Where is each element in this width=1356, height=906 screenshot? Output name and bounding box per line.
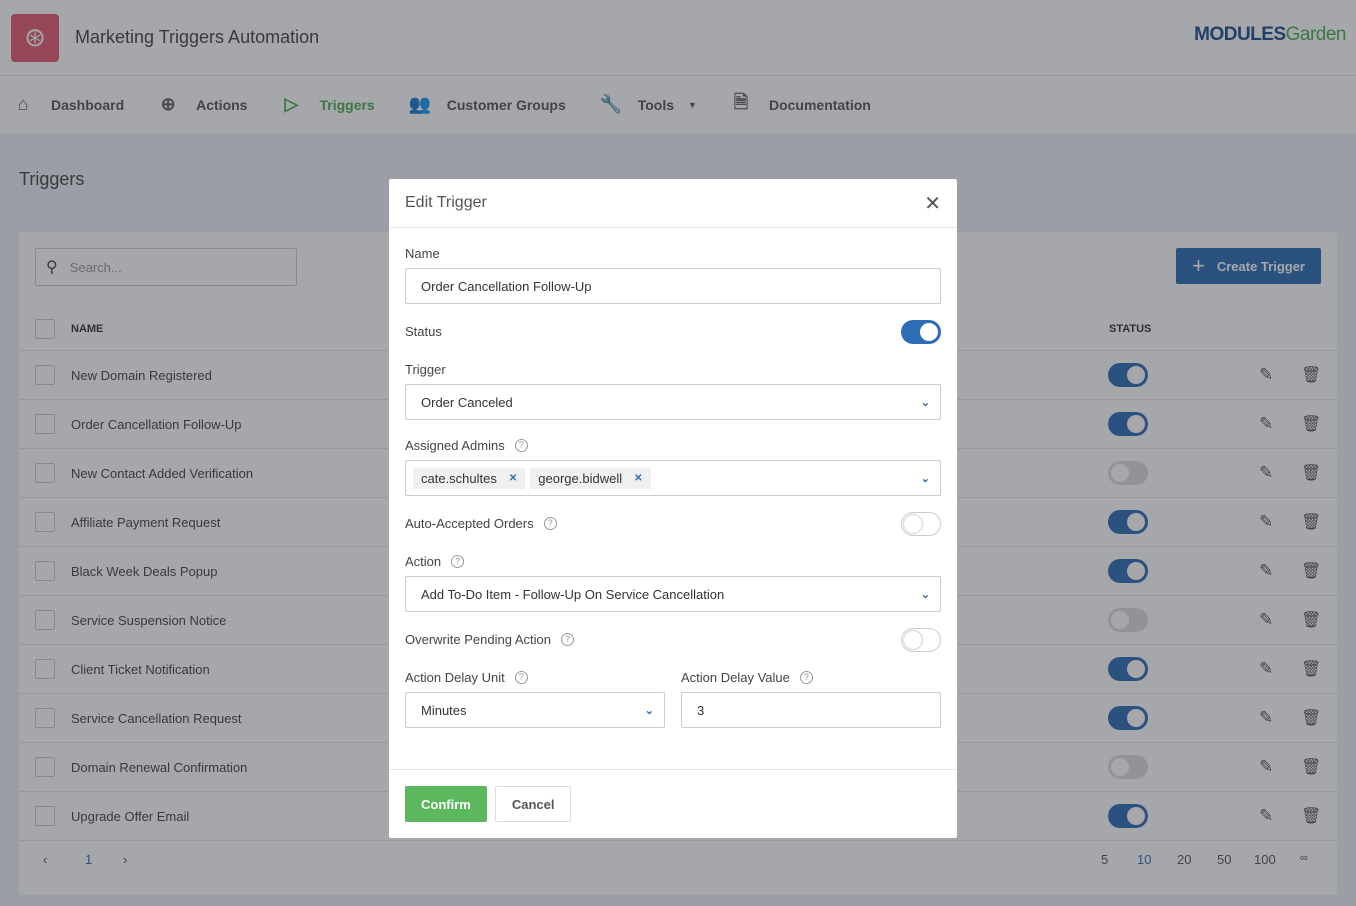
delay-unit-label: Action Delay Unit? <box>405 670 528 685</box>
admin-tag: cate.schultes ✕ <box>413 468 525 489</box>
chevron-down-icon: ⌄ <box>921 588 930 601</box>
trigger-value: Order Canceled <box>421 395 513 410</box>
delay-value-input[interactable]: 3 <box>681 692 941 728</box>
unit-label-text: Action Delay Unit <box>405 670 505 685</box>
chevron-down-icon: ⌄ <box>645 704 654 717</box>
status-label: Status <box>405 324 442 339</box>
admins-label: Assigned Admins? <box>405 438 528 453</box>
delay-value: 3 <box>697 703 704 718</box>
action-label: Action? <box>405 554 464 569</box>
delay-unit-select[interactable]: Minutes ⌄ <box>405 692 665 728</box>
status-toggle[interactable] <box>901 320 941 344</box>
auto-accepted-toggle[interactable] <box>901 512 941 536</box>
overwrite-label: Overwrite Pending Action? <box>405 632 574 647</box>
name-label: Name <box>405 246 440 261</box>
delay-value-label: Action Delay Value? <box>681 670 813 685</box>
value-label-text: Action Delay Value <box>681 670 790 685</box>
chevron-down-icon: ⌄ <box>921 472 930 485</box>
admin-tag-label: george.bidwell <box>538 471 622 486</box>
cancel-button[interactable]: Cancel <box>495 786 572 822</box>
auto-label-text: Auto-Accepted Orders <box>405 516 534 531</box>
help-icon[interactable]: ? <box>561 633 574 646</box>
overwrite-label-text: Overwrite Pending Action <box>405 632 551 647</box>
edit-trigger-modal: Edit Trigger ✕ Name Order Cancellation Fo… <box>389 179 957 838</box>
help-icon[interactable]: ? <box>515 671 528 684</box>
unit-value: Minutes <box>421 703 467 718</box>
action-select[interactable]: Add To-Do Item - Follow-Up On Service Ca… <box>405 576 941 612</box>
help-icon[interactable]: ? <box>451 555 464 568</box>
modal-title: Edit Trigger <box>405 194 487 212</box>
remove-tag-icon[interactable]: ✕ <box>509 473 517 484</box>
trigger-label: Trigger <box>405 362 446 377</box>
auto-accepted-label: Auto-Accepted Orders? <box>405 516 557 531</box>
trigger-select[interactable]: Order Canceled ⌄ <box>405 384 941 420</box>
admins-multiselect[interactable]: cate.schultes ✕ george.bidwell ✕ ⌄ <box>405 460 941 496</box>
admin-tag-label: cate.schultes <box>421 471 497 486</box>
action-value: Add To-Do Item - Follow-Up On Service Ca… <box>421 587 724 602</box>
help-icon[interactable]: ? <box>800 671 813 684</box>
chevron-down-icon: ⌄ <box>921 396 930 409</box>
help-icon[interactable]: ? <box>515 439 528 452</box>
action-label-text: Action <box>405 554 441 569</box>
name-value: Order Cancellation Follow-Up <box>421 279 592 294</box>
overwrite-toggle[interactable] <box>901 628 941 652</box>
name-input[interactable]: Order Cancellation Follow-Up <box>405 268 941 304</box>
admin-tag: george.bidwell ✕ <box>530 468 650 489</box>
help-icon[interactable]: ? <box>544 517 557 530</box>
close-icon[interactable]: ✕ <box>924 191 941 216</box>
admins-label-text: Assigned Admins <box>405 438 505 453</box>
remove-tag-icon[interactable]: ✕ <box>634 473 642 484</box>
confirm-button[interactable]: Confirm <box>405 786 487 822</box>
